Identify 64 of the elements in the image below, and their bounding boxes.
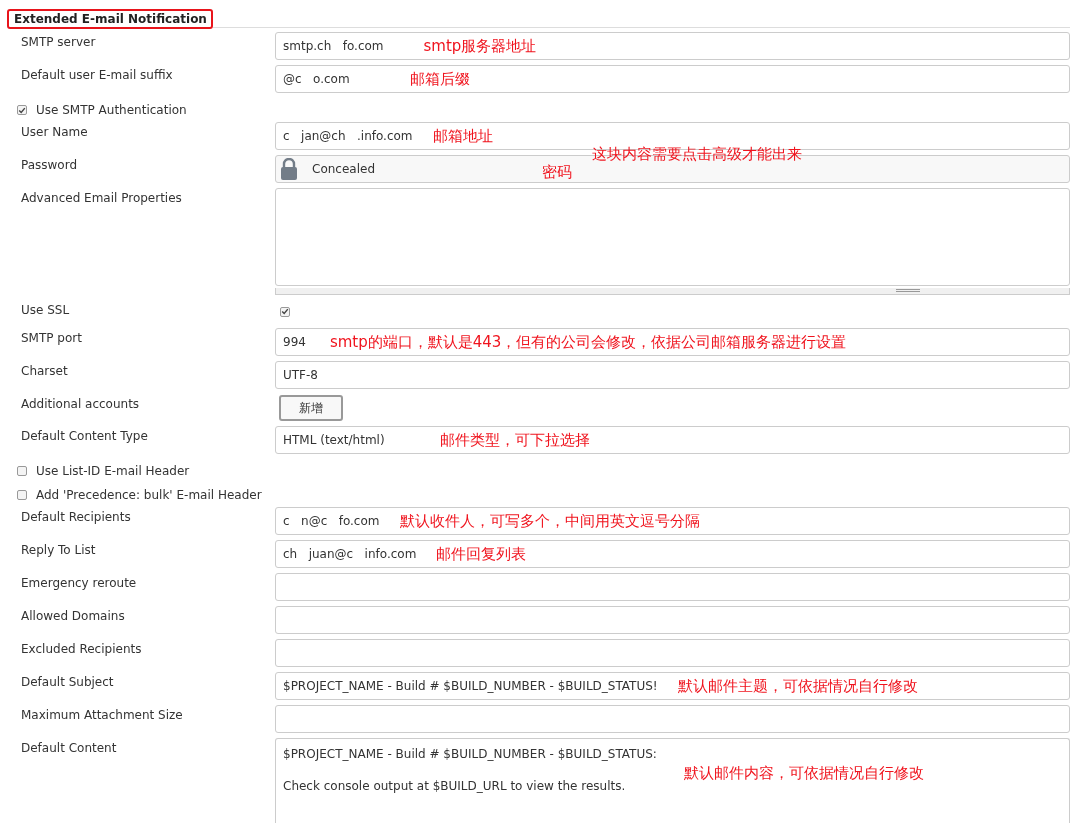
field-value: ch juan@c info.com <box>283 547 417 561</box>
field-label: Default user E-mail suffix <box>20 67 174 82</box>
field-label: Default Content <box>20 740 118 755</box>
section-title: Extended E-mail Notification <box>7 9 213 29</box>
field-label: Default Content Type <box>20 428 149 443</box>
annotation-note: 邮箱后缀 <box>409 69 470 89</box>
input-field[interactable]: 994 smtp的端口，默认是443，但有的公司会修改，依据公司邮箱服务器进行设置 <box>275 328 1070 356</box>
field-value: UTF-8 <box>283 368 318 382</box>
content-text: $PROJECT_NAME - Build # $BUILD_NUMBER - $BUILD_STATUS: <box>283 747 657 761</box>
field-label: Excluded Recipients <box>20 641 143 656</box>
field-label: User Name <box>20 124 89 139</box>
field-label: Default Recipients <box>20 509 132 524</box>
lock-icon <box>280 158 298 180</box>
field-value: c n@c fo.com <box>283 514 380 528</box>
field-label: SMTP server <box>20 34 97 49</box>
input-field[interactable] <box>275 639 1070 667</box>
annotation-note: smtp的端口，默认是443，但有的公司会修改，依据公司邮箱服务器进行设置 <box>329 332 847 352</box>
checkbox[interactable] <box>17 490 27 500</box>
checkbox-label: Use List-ID E-mail Header <box>36 464 190 478</box>
field-value: 994 <box>283 335 306 349</box>
input-field[interactable] <box>275 606 1070 634</box>
checkbox[interactable] <box>17 105 27 115</box>
input-field[interactable] <box>275 705 1070 733</box>
field-label: Emergency reroute <box>20 575 138 590</box>
field-value: smtp.ch fo.com <box>283 39 384 53</box>
field-label: Password <box>20 157 79 172</box>
checkbox-label: Add 'Precedence: bulk' E-mail Header <box>36 488 262 502</box>
field-value: HTML (text/html) <box>283 433 385 447</box>
field-label: Use SSL <box>20 302 71 317</box>
checkbox[interactable] <box>280 306 290 317</box>
resize-handle[interactable] <box>275 288 1070 295</box>
field-label: Maximum Attachment Size <box>20 707 184 722</box>
field-label: SMTP port <box>20 330 83 345</box>
text-area[interactable] <box>275 188 1070 286</box>
field-value: c jan@ch .info.com <box>283 129 413 143</box>
annotation-note: 密码 <box>542 163 572 182</box>
annotation-note: 默认邮件主题，可依据情况自行修改 <box>677 676 918 696</box>
annotation-note: 默认邮件内容，可依据情况自行修改 <box>684 764 924 783</box>
input-field[interactable]: ch juan@c info.com 邮件回复列表 <box>275 540 1070 568</box>
field-value: @c o.com <box>283 72 350 86</box>
dropdown-field[interactable]: HTML (text/html) 邮件类型，可下拉选择 <box>275 426 1070 454</box>
field-value: $PROJECT_NAME - Build # $BUILD_NUMBER - $BUILD_STATUS! <box>283 679 658 693</box>
checkbox-label: Use SMTP Authentication <box>36 103 187 117</box>
field-label: Advanced Email Properties <box>20 190 183 205</box>
annotation-note: 默认收件人，可写多个，中间用英文逗号分隔 <box>399 511 700 531</box>
input-field[interactable]: $PROJECT_NAME - Build # $BUILD_NUMBER - $BUILD_STATUS! 默认邮件主题，可依据情况自行修改 <box>275 672 1070 700</box>
field-value: Concealed <box>312 162 375 176</box>
field-label: Additional accounts <box>20 396 141 411</box>
input-field[interactable]: smtp.ch fo.com smtp服务器地址 <box>275 32 1070 60</box>
annotation-note: 邮箱地址 <box>432 126 493 146</box>
input-field[interactable] <box>275 573 1070 601</box>
input-field[interactable]: @c o.com 邮箱后缀 <box>275 65 1070 93</box>
checkbox[interactable] <box>17 466 27 476</box>
field-label: Allowed Domains <box>20 608 126 623</box>
annotation-note: 邮件类型，可下拉选择 <box>439 430 590 450</box>
annotation-note: 邮件回复列表 <box>436 544 527 564</box>
annotation-note: smtp服务器地址 <box>423 36 537 56</box>
field-label: Default Subject <box>20 674 115 689</box>
add-button[interactable]: 新增 <box>279 395 343 421</box>
field-label: Reply To List <box>20 542 97 557</box>
input-field[interactable]: UTF-8 <box>275 361 1070 389</box>
field-label: Charset <box>20 363 69 378</box>
content-text: Check console output at $BUILD_URL to view the results. <box>283 779 626 793</box>
input-field[interactable]: c n@c fo.com 默认收件人，可写多个，中间用英文逗号分隔 <box>275 507 1070 535</box>
